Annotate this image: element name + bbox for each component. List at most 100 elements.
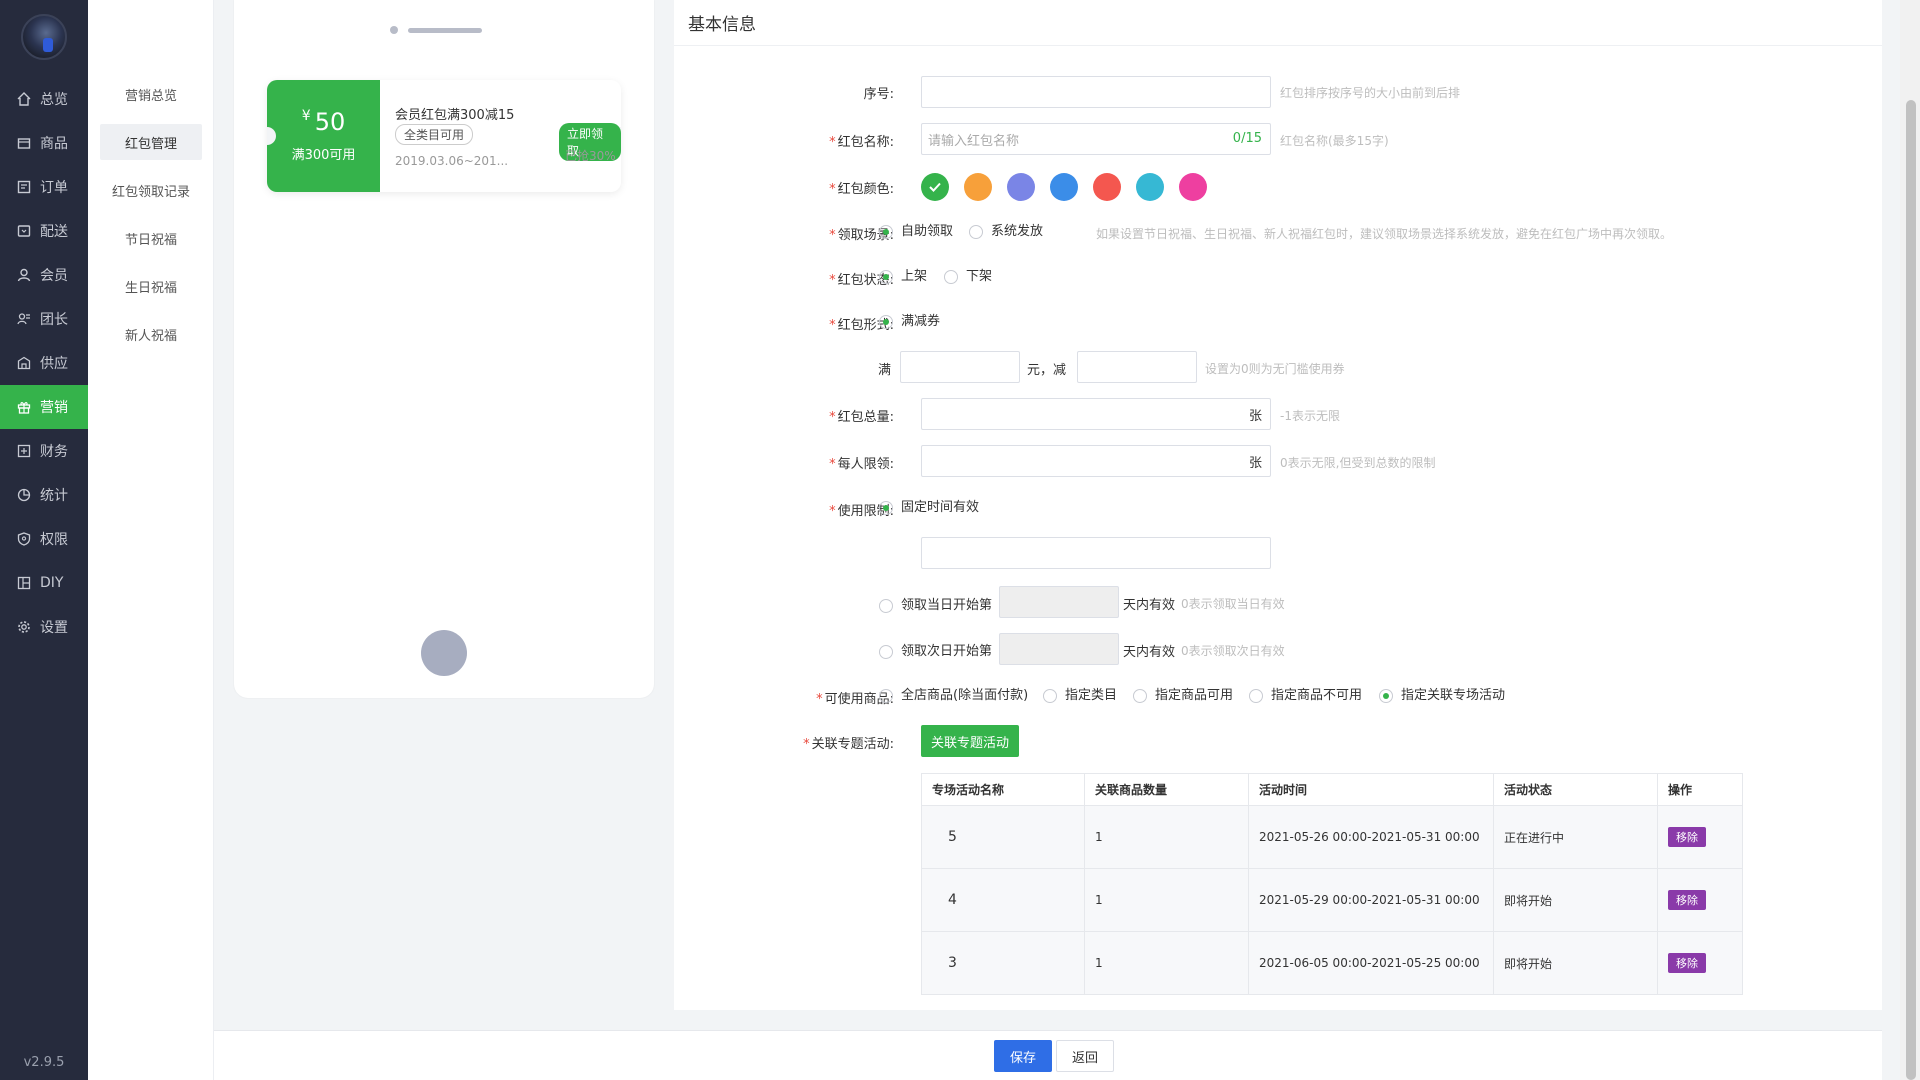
next-day-suffix: 天内有效	[1123, 645, 1176, 660]
color-swatch[interactable]	[1007, 173, 1035, 201]
color-swatch[interactable]	[1093, 173, 1121, 201]
serial-input[interactable]	[921, 76, 1271, 108]
total-hint: -1表示无限	[1280, 409, 1340, 423]
radio-icon	[879, 688, 893, 703]
nav-item-statistics[interactable]: 统计	[0, 473, 88, 517]
color-swatch[interactable]	[921, 173, 949, 201]
full-amount-input[interactable]	[900, 351, 1020, 383]
scene-option-self[interactable]: 自助领取	[879, 220, 953, 239]
goods-option-category[interactable]: 指定类目	[1043, 684, 1117, 703]
usage-option-fixed[interactable]: 固定时间有效	[879, 496, 979, 515]
subnav-item-holiday[interactable]: 节日祝福	[100, 220, 202, 256]
per-limit-label: * 每人限领:	[829, 457, 894, 472]
scrollbar-thumb[interactable]	[1906, 100, 1916, 1080]
subnav-item-overview[interactable]: 营销总览	[100, 76, 202, 112]
nav-item-members[interactable]: 会员	[0, 253, 88, 297]
goods-option-allowed[interactable]: 指定商品可用	[1133, 684, 1233, 703]
nav-item-goods[interactable]: 商品	[0, 121, 88, 165]
per-limit-input[interactable]: 张	[921, 445, 1271, 477]
nav-item-overview[interactable]: 总览	[0, 77, 88, 121]
nav-item-supply[interactable]: 供应	[0, 341, 88, 385]
per-limit-hint: 0表示无限,但受到总数的限制	[1280, 456, 1436, 470]
subnav-item-newcomer[interactable]: 新人祝福	[100, 316, 202, 352]
avatar[interactable]	[21, 14, 67, 60]
cell-time: 2021-05-29 00:00-2021-05-31 00:00	[1248, 868, 1494, 932]
save-button[interactable]: 保存	[994, 1040, 1052, 1072]
subnav-item-redpacket-records[interactable]: 红包领取记录	[100, 172, 202, 208]
next-day-input[interactable]	[999, 633, 1119, 665]
user-icon	[16, 267, 32, 283]
nav-label: 营销	[40, 400, 68, 416]
coupon-amount: ¥50	[267, 108, 380, 136]
table-row: 3 1 2021-06-05 00:00-2021-05-25 00:00 即将…	[921, 931, 1743, 995]
truck-icon	[16, 223, 32, 239]
form-type-option[interactable]: 满减券	[879, 310, 940, 329]
total-input[interactable]: 张	[921, 398, 1271, 430]
nav-item-diy[interactable]: DIY	[0, 561, 88, 605]
color-swatch[interactable]	[1050, 173, 1078, 201]
col-count: 关联商品数量	[1084, 773, 1249, 806]
currency-symbol: ¥	[301, 108, 311, 124]
minus-amount-input[interactable]	[1077, 351, 1197, 383]
related-activity-button[interactable]: 关联专题活动	[921, 725, 1019, 757]
goods-option-related[interactable]: 指定关联专场活动	[1379, 684, 1505, 703]
radio-icon	[879, 314, 893, 329]
nav-item-leaders[interactable]: 团长	[0, 297, 88, 341]
fixed-time-input[interactable]	[921, 537, 1271, 569]
table-row: 4 1 2021-05-29 00:00-2021-05-31 00:00 即将…	[921, 868, 1743, 932]
remove-button[interactable]: 移除	[1668, 953, 1706, 973]
cell-name: 5	[921, 805, 1085, 869]
nav-item-settings[interactable]: 设置	[0, 605, 88, 649]
radio-icon	[1043, 688, 1057, 703]
col-status: 活动状态	[1493, 773, 1658, 806]
nav-item-permissions[interactable]: 权限	[0, 517, 88, 561]
phone-home-button[interactable]	[421, 630, 467, 676]
name-input[interactable]: 请输入红包名称 0/15	[921, 123, 1271, 155]
color-swatch[interactable]	[1179, 173, 1207, 201]
main-nav: 总览 商品 订单 配送 会员 团长 供应 营销 财务 统计 权限 DIY 设置	[0, 77, 88, 649]
cell-time: 2021-05-26 00:00-2021-05-31 00:00	[1248, 805, 1494, 869]
cell-name: 4	[921, 868, 1085, 932]
scene-hint: 如果设置节日祝福、生日祝福、新人祝福红包时，建议领取场景选择系统发放，避免在红包…	[1096, 227, 1673, 241]
color-swatch[interactable]	[964, 173, 992, 201]
col-action: 操作	[1657, 773, 1743, 806]
nav-item-marketing[interactable]: 营销	[0, 385, 88, 429]
table-row: 5 1 2021-05-26 00:00-2021-05-31 00:00 正在…	[921, 805, 1743, 869]
total-label: * 红包总量:	[829, 410, 894, 425]
usage-option-next-day[interactable]: 领取次日开始第	[879, 640, 992, 659]
nav-item-orders[interactable]: 订单	[0, 165, 88, 209]
cell-action: 移除	[1657, 931, 1743, 995]
subnav-item-redpacket-manage[interactable]: 红包管理	[100, 124, 202, 160]
col-name: 专场活动名称	[921, 773, 1085, 806]
usage-option-same-day[interactable]: 领取当日开始第	[879, 594, 992, 613]
status-option-on[interactable]: 上架	[879, 265, 927, 284]
nav-label: 配送	[40, 224, 68, 240]
remove-button[interactable]: 移除	[1668, 890, 1706, 910]
back-button[interactable]: 返回	[1056, 1040, 1114, 1072]
same-day-input[interactable]	[999, 586, 1119, 618]
radio-icon	[944, 269, 958, 284]
subnav-item-birthday[interactable]: 生日祝福	[100, 268, 202, 304]
status-label: * 红包状态:	[829, 273, 894, 288]
related-activity-table: 专场活动名称 关联商品数量 活动时间 活动状态 操作 5 1 2021-05-2…	[921, 773, 1743, 995]
carousel-pager[interactable]	[390, 26, 482, 34]
scene-option-system[interactable]: 系统发放	[969, 220, 1043, 239]
status-option-off[interactable]: 下架	[944, 265, 992, 284]
remove-button[interactable]: 移除	[1668, 827, 1706, 847]
goods-option-excluded[interactable]: 指定商品不可用	[1249, 684, 1362, 703]
goods-option-all[interactable]: 全店商品(除当面付款)	[879, 684, 1028, 703]
scene-label: * 领取场景:	[829, 228, 894, 243]
name-char-count: 0/15	[1232, 131, 1262, 146]
per-limit-unit: 张	[1248, 456, 1262, 471]
cell-count: 1	[1084, 868, 1249, 932]
check-icon	[929, 182, 941, 192]
cell-count: 1	[1084, 931, 1249, 995]
radio-icon	[879, 598, 893, 613]
marketing-subnav: 营销总览 红包管理 红包领取记录 节日祝福 生日祝福 新人祝福	[88, 0, 214, 1080]
nav-item-delivery[interactable]: 配送	[0, 209, 88, 253]
nav-item-finance[interactable]: 财务	[0, 429, 88, 473]
nav-label: 权限	[40, 532, 68, 548]
coupon-condition: 满300可用	[291, 148, 356, 163]
section-title: 基本信息	[674, 0, 1882, 46]
color-swatch[interactable]	[1136, 173, 1164, 201]
